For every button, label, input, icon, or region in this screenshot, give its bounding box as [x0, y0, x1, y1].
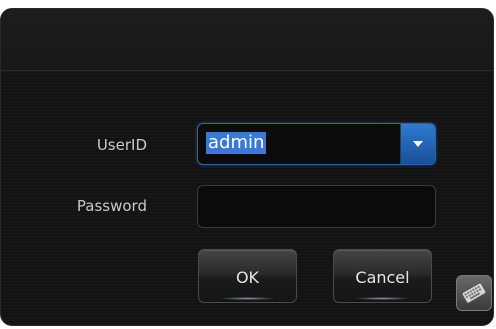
password-label: Password — [76, 197, 147, 215]
keyboard-icon — [461, 282, 487, 304]
dialog-title-bar — [1, 9, 493, 71]
dropdown-toggle-button[interactable] — [400, 124, 435, 164]
userid-dropdown[interactable]: admin — [197, 123, 436, 165]
login-dialog: UserID admin Password OK Cancel — [0, 8, 494, 326]
userid-label: UserID — [96, 136, 147, 154]
cancel-button[interactable]: Cancel — [333, 249, 432, 303]
ok-button[interactable]: OK — [198, 249, 297, 303]
password-field[interactable] — [197, 185, 436, 228]
userid-value[interactable]: admin — [206, 132, 267, 154]
keyboard-button[interactable] — [456, 275, 492, 311]
chevron-down-icon — [413, 141, 423, 147]
